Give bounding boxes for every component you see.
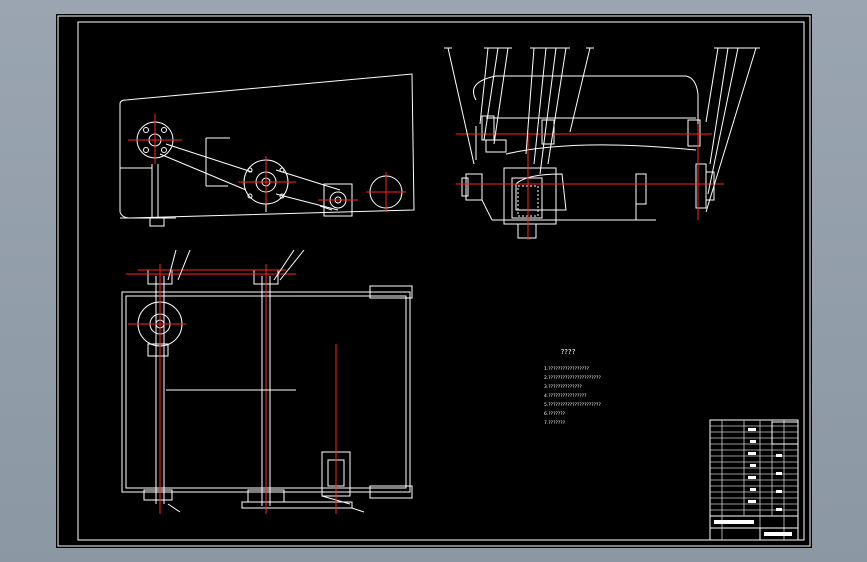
note-line: 4.???????????????? [544, 393, 587, 399]
note-line: 7.??????? [544, 420, 566, 426]
drawing-sheet: ???? 1.????????????????? 2.?????????????… [56, 14, 812, 548]
note-line: 2.?????????????????????? [544, 375, 601, 381]
plan-view [121, 249, 413, 514]
cad-drawing: ???? 1.????????????????? 2.?????????????… [57, 15, 811, 547]
title-block [709, 419, 799, 541]
note-line: 1.????????????????? [544, 366, 590, 372]
technical-notes: ???? 1.????????????????? 2.?????????????… [544, 348, 601, 426]
note-line: 6.??????? [544, 411, 566, 417]
notes-title: ???? [561, 348, 576, 356]
side-section-view [444, 47, 760, 240]
inner-border [77, 21, 805, 541]
front-elevation-view [119, 73, 415, 227]
note-line: 3.?????????????? [544, 384, 582, 390]
note-line: 5.?????????????????????? [544, 402, 601, 408]
